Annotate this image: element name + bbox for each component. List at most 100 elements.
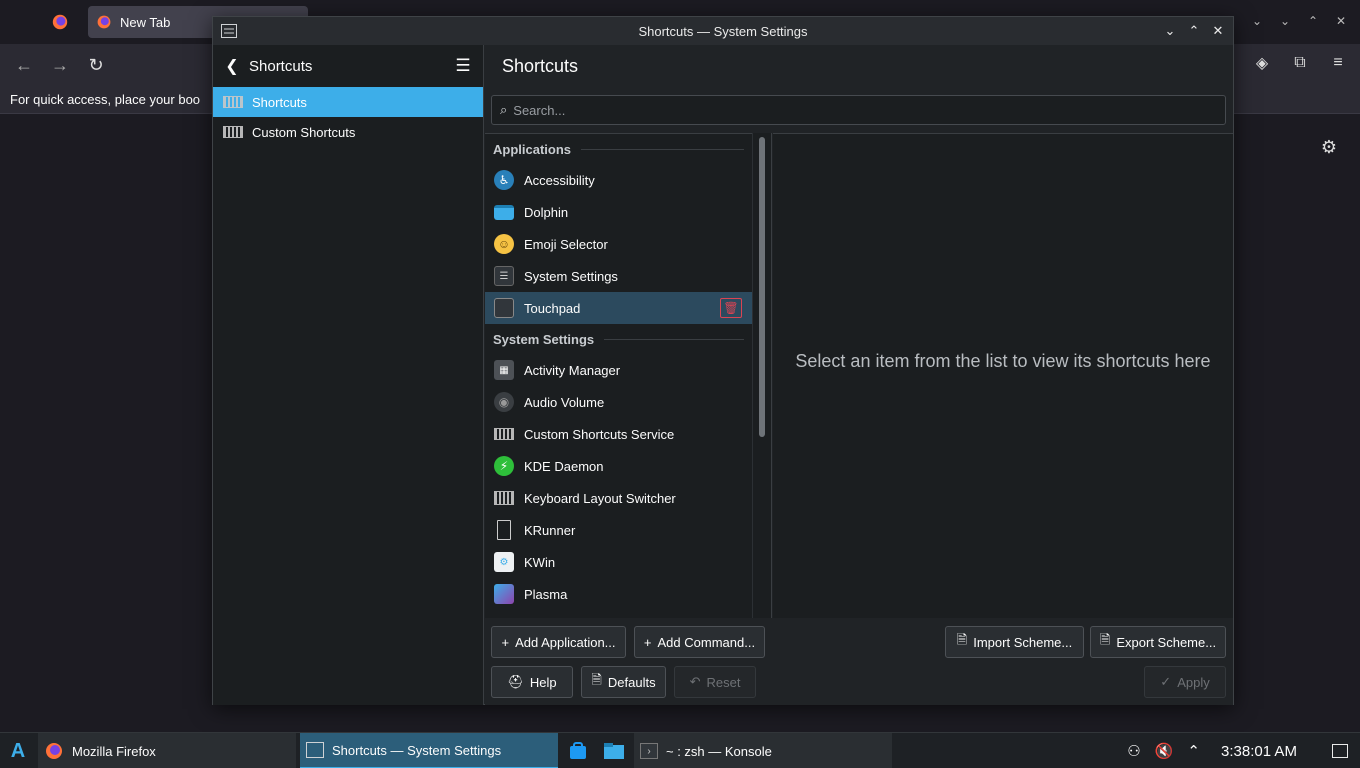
section-header-system-settings: System Settings: [485, 324, 752, 354]
add-application-button[interactable]: + Add Application...: [491, 626, 626, 658]
dolphin-folder-icon[interactable]: [602, 739, 626, 763]
section-title: System Settings: [493, 331, 595, 347]
close-icon[interactable]: ✕: [1209, 21, 1227, 41]
list-item-system-settings[interactable]: ☰ System Settings: [485, 260, 752, 292]
firefox-toolbar-icons: ◈ ⧉ ≡: [1252, 52, 1348, 74]
task-mozilla-firefox[interactable]: Mozilla Firefox: [38, 733, 296, 768]
list-item-label: KDE Daemon: [524, 458, 604, 474]
close-icon[interactable]: ✕: [1332, 10, 1350, 32]
list-item-label: Audio Volume: [524, 394, 605, 410]
list-item-custom-shortcuts-service[interactable]: Custom Shortcuts Service: [485, 418, 752, 450]
volume-muted-icon[interactable]: 🔇: [1155, 742, 1174, 760]
scrollbar-handle[interactable]: [759, 137, 765, 437]
add-command-button[interactable]: + Add Command...: [634, 626, 765, 658]
accessibility-icon: ♿: [494, 170, 514, 190]
hamburger-menu-icon[interactable]: ≡: [1328, 52, 1348, 74]
document-export-icon: 🗎: [1099, 632, 1111, 647]
clock[interactable]: 3:38:01 AM: [1214, 743, 1304, 760]
list-item-emoji-selector[interactable]: ☺ Emoji Selector: [485, 228, 752, 260]
plasma-icon: [494, 584, 514, 604]
list-item-kde-daemon[interactable]: ⚡ KDE Daemon: [485, 450, 752, 482]
help-icon: ⛑: [507, 674, 524, 689]
list-item-accessibility[interactable]: ♿ Accessibility: [485, 164, 752, 196]
apply-button[interactable]: ✓ Apply: [1144, 666, 1226, 698]
hamburger-menu-icon[interactable]: ☰: [453, 56, 473, 76]
system-settings-icon: [306, 742, 324, 758]
firefox-icon[interactable]: [44, 8, 76, 36]
back-chevron-icon[interactable]: ❮: [223, 56, 241, 76]
touchpad-icon: [494, 298, 514, 318]
button-label: Import Scheme...: [973, 634, 1073, 650]
search-icon: ⌕: [500, 102, 508, 117]
list-item-label: Plasma: [524, 586, 568, 602]
list-item-touchpad[interactable]: Touchpad 🗑: [485, 292, 752, 324]
application-launcher-icon[interactable]: A: [6, 739, 30, 763]
help-button[interactable]: ⛑ Help: [491, 666, 573, 698]
keyboard-layout-icon: [494, 488, 514, 508]
undo-icon: ↶: [689, 674, 701, 689]
list-item-label: Custom Shortcuts Service: [524, 426, 675, 442]
list-item-label: Dolphin: [524, 204, 569, 220]
task-label: Mozilla Firefox: [72, 743, 156, 759]
firefox-window-controls: ⌄ ⌄ ⌃ ✕: [1248, 10, 1360, 32]
keyboard-icon: [223, 96, 243, 108]
maximize-icon[interactable]: ⌃: [1185, 21, 1203, 41]
back-arrow-icon[interactable]: ←: [12, 54, 36, 76]
task-system-settings[interactable]: Shortcuts — System Settings: [300, 733, 558, 768]
sidebar-item-label: Custom Shortcuts: [252, 124, 356, 140]
reset-button[interactable]: ↶ Reset: [674, 666, 756, 698]
minimize-icon[interactable]: ⌄: [1161, 21, 1179, 41]
folder-icon: [494, 204, 514, 220]
document-defaults-icon: 🗎: [591, 672, 602, 687]
list-item-dolphin[interactable]: Dolphin: [485, 196, 752, 228]
shield-icon[interactable]: ◈: [1252, 52, 1272, 74]
list-item-label: KRunner: [524, 522, 576, 538]
list-item-plasma[interactable]: Plasma: [485, 578, 752, 610]
task-konsole[interactable]: › ~ : zsh — Konsole: [634, 733, 892, 768]
list-item-label: Touchpad: [524, 300, 581, 316]
list-item-activity-manager[interactable]: ▦ Activity Manager: [485, 354, 752, 386]
section-title: Applications: [493, 141, 572, 157]
export-scheme-button[interactable]: 🗎 Export Scheme...: [1090, 626, 1226, 658]
list-item-krunner[interactable]: KRunner: [485, 514, 752, 546]
button-label: Export Scheme...: [1116, 634, 1217, 650]
delete-icon[interactable]: 🗑: [720, 298, 742, 318]
sidebar-item-custom-shortcuts[interactable]: Custom Shortcuts: [213, 117, 483, 147]
empty-detail-message: Select an item from the list to view its…: [795, 351, 1211, 371]
sidebar-item-shortcuts[interactable]: Shortcuts: [213, 87, 483, 117]
list-item-keyboard-layout-switcher[interactable]: Keyboard Layout Switcher: [485, 482, 752, 514]
list-item-audio-volume[interactable]: ◉ Audio Volume: [485, 386, 752, 418]
kwin-icon: ⚙: [494, 552, 514, 572]
system-settings-icon: ☰: [494, 266, 514, 286]
minimize-icon[interactable]: ⌄: [1276, 10, 1294, 32]
list-item-kwin[interactable]: ⚙ KWin: [485, 546, 752, 578]
sidebar-header: ❮ Shortcuts ☰: [213, 45, 483, 87]
network-icon[interactable]: ⚇: [1127, 742, 1140, 760]
discover-store-icon[interactable]: [566, 739, 590, 763]
list-item-label: Accessibility: [524, 172, 595, 188]
defaults-button[interactable]: 🗎 Defaults: [581, 666, 666, 698]
button-label: Add Application...: [515, 634, 616, 650]
terminal-icon: ›: [640, 743, 658, 759]
import-scheme-button[interactable]: 🗎 Import Scheme...: [945, 626, 1084, 658]
extensions-icon[interactable]: ⧉: [1290, 52, 1310, 74]
reload-icon[interactable]: ↻: [84, 54, 108, 76]
chevron-down-icon[interactable]: ⌄: [1248, 10, 1266, 32]
title-bar[interactable]: Shortcuts — System Settings ⌄ ⌃ ✕: [213, 17, 1233, 45]
button-label: Help: [529, 674, 557, 690]
maximize-icon[interactable]: ⌃: [1304, 10, 1322, 32]
forward-arrow-icon[interactable]: →: [48, 54, 72, 76]
plus-icon: +: [643, 634, 652, 650]
system-settings-icon[interactable]: [219, 21, 239, 41]
search-input[interactable]: [513, 102, 1204, 118]
firefox-icon: [97, 15, 111, 29]
firefox-icon: [46, 743, 62, 759]
system-tray: ⚇ 🔇 ⌃ 3:38:01 AM: [1127, 733, 1360, 768]
gear-icon[interactable]: ⚙: [1318, 136, 1340, 158]
chevron-up-icon[interactable]: ⌃: [1187, 742, 1200, 760]
button-label: Apply: [1177, 674, 1210, 690]
bookmarks-hint: For quick access, place your boo: [10, 92, 201, 107]
section-header-applications: Applications: [485, 134, 752, 164]
emoji-icon: ☺: [494, 234, 514, 254]
show-desktop-icon[interactable]: [1332, 744, 1348, 758]
